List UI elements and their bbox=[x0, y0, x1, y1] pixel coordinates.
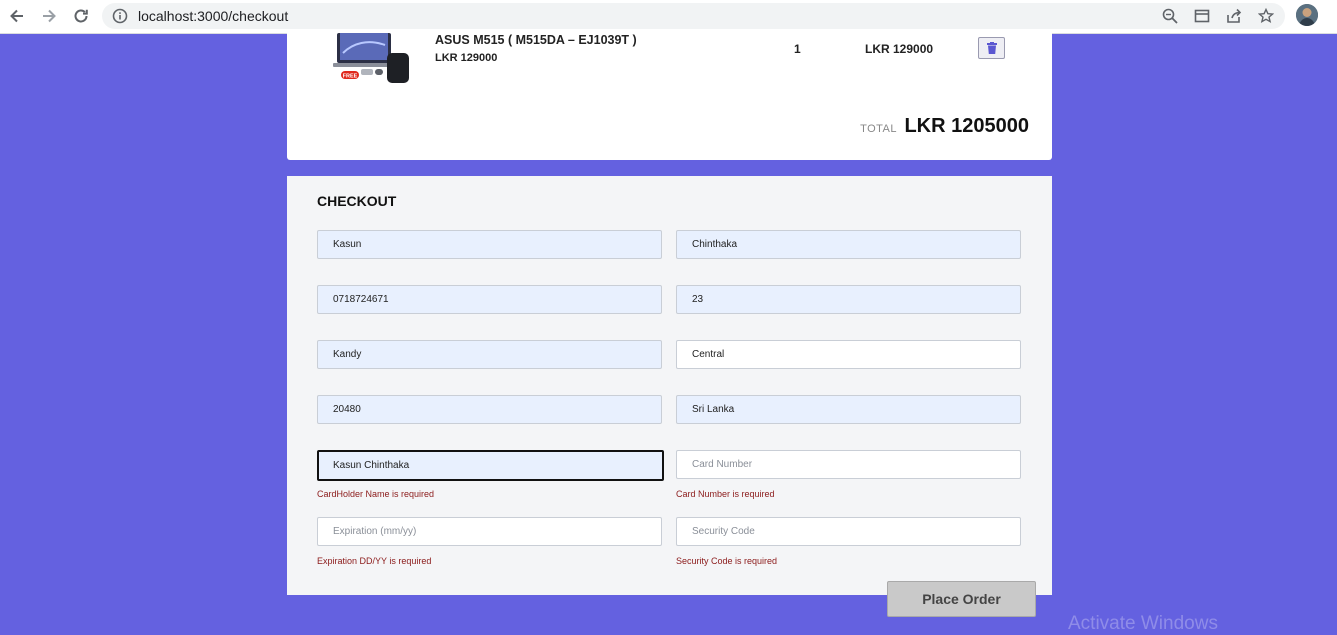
bookmark-star-icon[interactable] bbox=[1258, 8, 1274, 24]
expiration-input[interactable] bbox=[317, 517, 662, 546]
cardholder-name-input[interactable] bbox=[317, 450, 664, 481]
product-image: FREE bbox=[333, 33, 409, 83]
remove-item-button[interactable] bbox=[978, 37, 1005, 59]
trash-icon bbox=[986, 42, 997, 54]
site-info-icon[interactable] bbox=[112, 8, 128, 24]
phone-input[interactable] bbox=[317, 285, 662, 314]
reload-icon bbox=[74, 9, 88, 23]
postal-code-input[interactable] bbox=[317, 395, 662, 424]
security-code-input[interactable] bbox=[676, 517, 1021, 546]
total-label: TOTAL bbox=[860, 123, 897, 135]
product-line-total: LKR 129000 bbox=[865, 42, 934, 56]
address-bar[interactable]: localhost:3000/checkout bbox=[102, 3, 1285, 29]
profile-avatar[interactable] bbox=[1296, 4, 1318, 26]
product-price: LKR 129000 bbox=[435, 52, 498, 64]
total-value: LKR 1205000 bbox=[904, 115, 1029, 137]
reload-button[interactable] bbox=[68, 4, 94, 28]
place-order-button[interactable]: Place Order bbox=[887, 581, 1036, 617]
last-name-input[interactable] bbox=[676, 230, 1021, 259]
back-button[interactable] bbox=[4, 4, 30, 28]
checkout-title: CHECKOUT bbox=[317, 193, 397, 209]
free-badge: FREE bbox=[343, 73, 358, 79]
url-text[interactable]: localhost:3000/checkout bbox=[138, 8, 288, 24]
profile-photo-icon bbox=[1296, 4, 1318, 26]
checkout-form: CHECKOUT CardHolder Name is required Car… bbox=[287, 176, 1052, 595]
cart-summary: FREE ASUS M515 ( M515DA – EJ1039T ) LKR … bbox=[287, 33, 1052, 160]
country-input[interactable] bbox=[676, 395, 1021, 424]
cardholder-name-error: CardHolder Name is required bbox=[317, 489, 435, 499]
province-input[interactable] bbox=[676, 340, 1021, 369]
back-arrow-icon bbox=[10, 9, 23, 23]
first-name-input[interactable] bbox=[317, 230, 662, 259]
card-number-error: Card Number is required bbox=[676, 489, 775, 499]
expiration-error: Expiration DD/YY is required bbox=[317, 556, 432, 566]
zoom-icon[interactable] bbox=[1162, 8, 1178, 24]
tab-search-icon[interactable] bbox=[1194, 8, 1210, 24]
card-number-input[interactable] bbox=[676, 450, 1021, 479]
forward-arrow-icon bbox=[43, 9, 56, 23]
browser-toolbar: localhost:3000/checkout bbox=[0, 0, 1337, 34]
address-input[interactable] bbox=[676, 285, 1021, 314]
share-icon[interactable] bbox=[1226, 8, 1242, 24]
product-quantity: 1 bbox=[794, 42, 801, 56]
security-code-error: Security Code is required bbox=[676, 556, 778, 566]
product-name: ASUS M515 ( M515DA – EJ1039T ) bbox=[435, 33, 637, 47]
forward-button[interactable] bbox=[36, 4, 62, 28]
activate-windows-watermark: Activate Windows bbox=[1068, 613, 1218, 634]
city-input[interactable] bbox=[317, 340, 662, 369]
